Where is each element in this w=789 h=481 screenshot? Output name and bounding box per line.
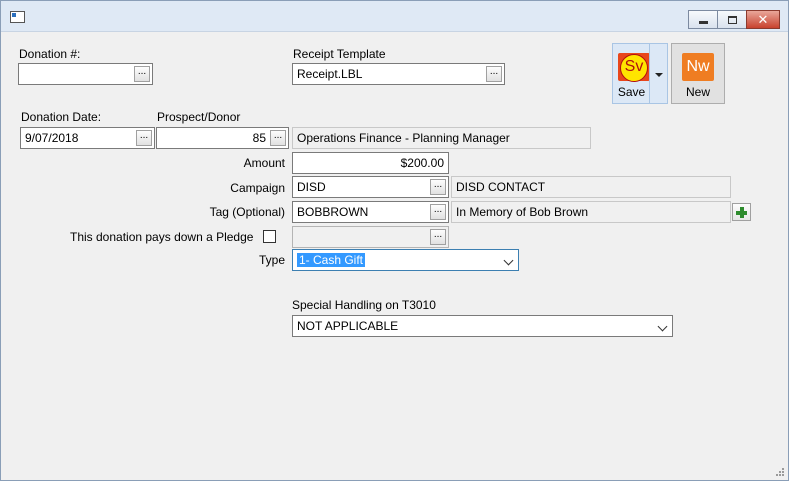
prospect-donor-lookup-button[interactable]: ... xyxy=(270,130,286,146)
close-button[interactable]: ✕ xyxy=(746,10,780,29)
tag-name-display: In Memory of Bob Brown xyxy=(451,201,731,223)
type-select[interactable]: 1- Cash Gift xyxy=(292,249,519,271)
donation-number-lookup-button[interactable]: ... xyxy=(134,66,150,82)
new-icon: Nw xyxy=(682,53,714,81)
tag-label: Tag (Optional) xyxy=(209,205,285,219)
tag-code-field[interactable]: BOBBROWN xyxy=(292,201,449,223)
maximize-icon xyxy=(727,15,737,24)
save-dropdown-arrow-icon[interactable] xyxy=(655,73,663,77)
type-label: Type xyxy=(258,253,285,267)
chevron-down-icon xyxy=(657,321,668,332)
new-button[interactable]: Nw New xyxy=(671,43,725,104)
app-icon xyxy=(10,11,25,23)
pledge-label: This donation pays down a Pledge xyxy=(70,230,254,244)
campaign-code-field[interactable]: DISD xyxy=(292,176,449,198)
resize-grip-icon[interactable] xyxy=(775,467,785,477)
donation-number-label: Donation #: xyxy=(19,47,81,61)
maximize-button[interactable] xyxy=(717,10,747,29)
receipt-template-field[interactable]: Receipt.LBL xyxy=(292,63,505,85)
special-handling-select[interactable]: NOT APPLICABLE xyxy=(292,315,673,337)
special-handling-label: Special Handling on T3010 xyxy=(292,298,436,312)
prospect-donor-name-display: Operations Finance - Planning Manager xyxy=(292,127,591,149)
donation-window: ✕ Donation #: ... Receipt Template Recei… xyxy=(0,0,789,481)
amount-label: Amount xyxy=(243,156,285,170)
chevron-down-icon xyxy=(503,255,514,266)
save-label: Save xyxy=(617,85,646,99)
pledge-reference-field[interactable] xyxy=(292,226,449,248)
pledge-checkbox[interactable] xyxy=(263,230,276,243)
new-label: New xyxy=(685,85,710,99)
minimize-button[interactable] xyxy=(688,10,718,29)
window-controls: ✕ xyxy=(688,10,780,29)
campaign-name-display: DISD CONTACT xyxy=(451,176,731,198)
minimize-icon xyxy=(698,21,708,24)
donation-number-field[interactable] xyxy=(18,63,153,85)
tag-lookup-button[interactable]: ... xyxy=(430,204,446,220)
type-selected-value: 1- Cash Gift xyxy=(297,253,366,267)
donation-date-label: Donation Date: xyxy=(21,110,102,124)
add-tag-button[interactable] xyxy=(732,203,751,221)
amount-field[interactable]: $200.00 xyxy=(292,152,449,174)
close-icon: ✕ xyxy=(757,11,769,27)
prospect-donor-label: Prospect/Donor xyxy=(157,110,241,124)
receipt-template-label: Receipt Template xyxy=(293,47,386,61)
title-bar: ✕ xyxy=(1,1,788,32)
special-handling-selected-value: NOT APPLICABLE xyxy=(297,319,399,333)
campaign-label: Campaign xyxy=(230,181,285,195)
save-icon: Sv xyxy=(618,53,650,82)
campaign-lookup-button[interactable]: ... xyxy=(430,179,446,195)
save-button[interactable]: Sv Save xyxy=(612,43,668,104)
pledge-lookup-button[interactable]: ... xyxy=(430,229,446,245)
donation-date-field[interactable]: 9/07/2018 xyxy=(20,127,155,149)
donation-date-picker-button[interactable]: ... xyxy=(136,130,152,146)
receipt-template-lookup-button[interactable]: ... xyxy=(486,66,502,82)
